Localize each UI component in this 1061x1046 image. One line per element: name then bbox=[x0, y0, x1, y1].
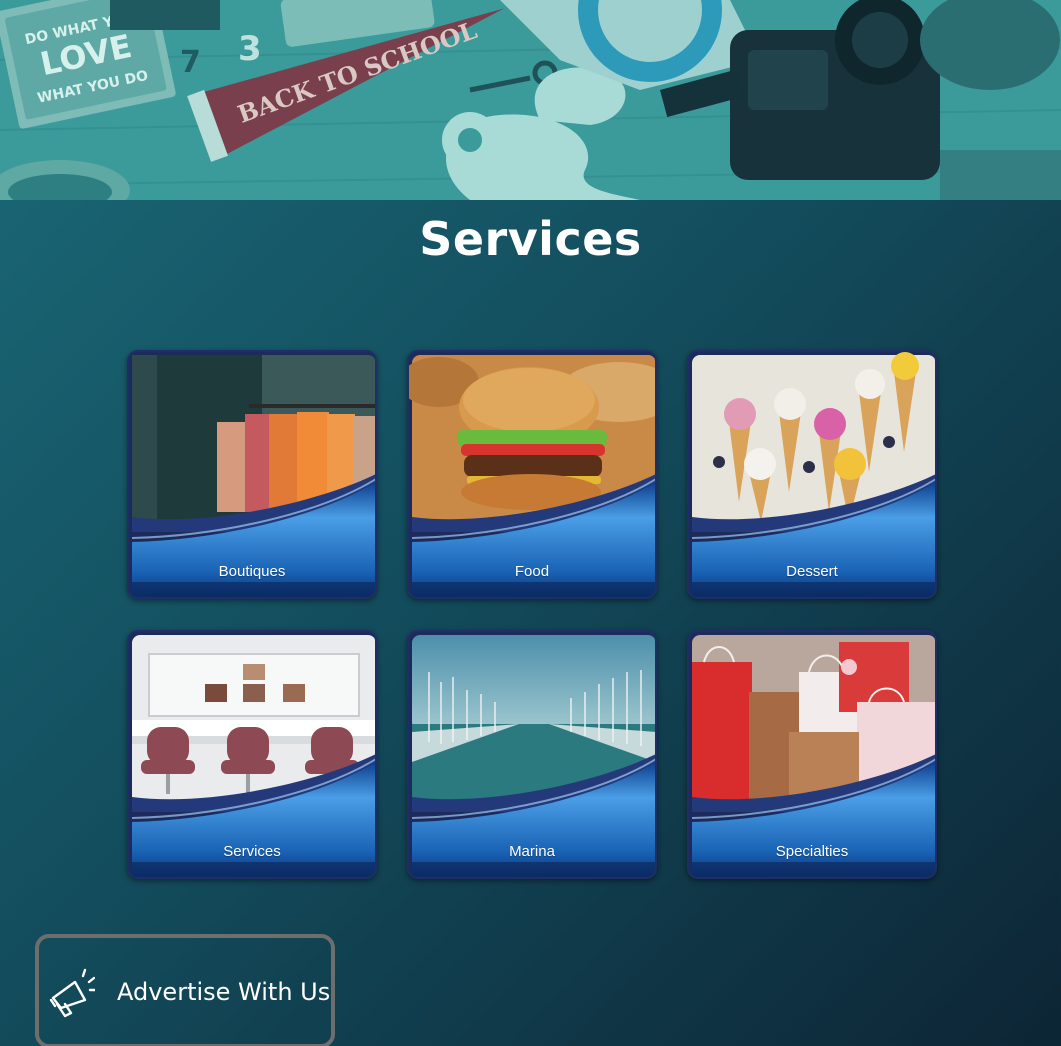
svg-text:3: 3 bbox=[238, 29, 262, 69]
category-label: Food bbox=[514, 563, 550, 580]
gift-bags-photo bbox=[689, 632, 935, 877]
ice-cream-cones-photo bbox=[689, 352, 935, 597]
megaphone-icon bbox=[49, 968, 95, 1018]
hero-banner: DO WHAT YOU LOVE WHAT YOU DO 7 3 BACK TO… bbox=[0, 0, 1061, 200]
category-label: Dessert bbox=[786, 563, 838, 580]
category-label: Boutiques bbox=[218, 563, 286, 580]
category-tile-food[interactable]: Food bbox=[407, 350, 657, 599]
category-tile-marina[interactable]: Marina bbox=[407, 630, 657, 879]
category-tile-dessert[interactable]: Dessert bbox=[687, 350, 937, 599]
clothing-rack-photo bbox=[129, 352, 375, 597]
category-tile-specialties[interactable]: Specialties bbox=[687, 630, 937, 879]
category-tile-services[interactable]: Services bbox=[127, 630, 377, 879]
category-label: Services bbox=[223, 843, 281, 860]
marina-photo bbox=[409, 632, 655, 877]
advertise-with-us-button[interactable]: Advertise With Us bbox=[35, 934, 335, 1046]
salon-chairs-photo bbox=[129, 632, 375, 877]
svg-text:7: 7 bbox=[180, 45, 201, 80]
page-title: Services bbox=[419, 212, 642, 266]
desk-photo-banner: DO WHAT YOU LOVE WHAT YOU DO 7 3 BACK TO… bbox=[0, 0, 1061, 200]
advertise-label: Advertise With Us bbox=[117, 978, 331, 1006]
burger-photo bbox=[409, 352, 655, 597]
category-tile-boutiques[interactable]: Boutiques bbox=[127, 350, 377, 599]
category-label: Marina bbox=[509, 843, 555, 860]
category-label: Specialties bbox=[775, 843, 849, 860]
